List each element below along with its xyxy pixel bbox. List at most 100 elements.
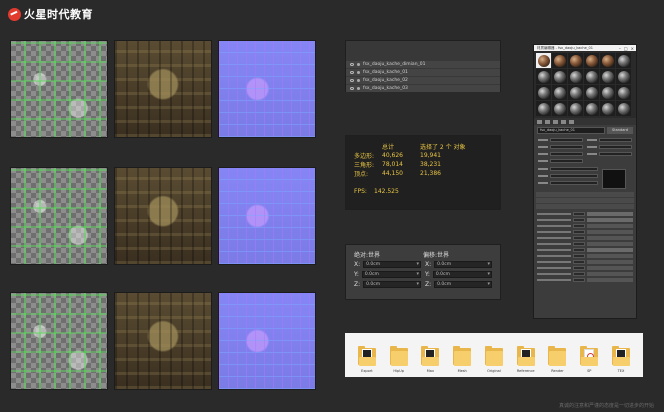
minimize-icon[interactable]: – [619,46,621,51]
layer-name: fsx_daoju_kache_01 [363,70,408,75]
map-row[interactable] [537,229,633,234]
folder-hipup[interactable]: HipUp [386,346,412,373]
copy-material-icon[interactable] [561,119,566,124]
layer-row[interactable]: fsx_daoju_kache_03 [346,85,500,92]
folder-original[interactable]: Original [481,346,507,373]
eye-icon[interactable] [350,79,354,82]
layer-row[interactable]: fsx_daoju_kache_01 [346,69,500,76]
map-row[interactable] [537,223,633,228]
map-row[interactable] [537,277,633,282]
material-slot[interactable] [600,101,615,116]
material-slot[interactable] [616,101,631,116]
material-slot[interactable] [616,85,631,100]
param-field[interactable] [599,152,632,156]
folder-icon [548,346,567,366]
scene-stats-panel: 总计 选择了 2 个 对象 多边形: 40,626 19,941 三角形: 78… [345,135,501,210]
layer-row[interactable]: fsx_daoju_kache_02 [346,77,500,84]
map-row[interactable] [537,247,633,252]
layer-name: fsx_daoju_kache_03 [363,86,408,91]
param-field[interactable] [550,181,598,185]
brand-logo: 火星时代教育 [8,6,93,22]
layer-row[interactable]: fsx_daoju_kache_dimian_01 [346,61,500,68]
render-dot-icon[interactable] [357,79,360,82]
param-field[interactable] [550,152,583,156]
abs-y-input[interactable]: 0.0cm [361,270,421,278]
material-slot[interactable] [600,85,615,100]
material-type-button[interactable]: Standard [607,127,633,134]
material-slot[interactable] [536,53,551,68]
render-dot-icon[interactable] [357,63,360,66]
show-map-icon[interactable] [569,119,574,124]
rollout-header[interactable] [536,204,634,209]
folder-reference[interactable]: Reference [513,346,539,373]
material-slot[interactable] [536,85,551,100]
material-slot[interactable] [568,101,583,116]
assign-material-icon[interactable] [545,119,550,124]
texture-basecolor-3 [10,292,108,390]
folder-tex[interactable]: TEX [608,346,634,373]
material-editor-titlebar[interactable]: 材质编辑器 - fsx_daoju_kache_01 – □ × [534,45,636,51]
reset-material-icon[interactable] [553,119,558,124]
off-x-input[interactable]: 0.0cm [434,260,492,268]
texture-normal-2 [218,167,316,265]
maximize-icon[interactable]: □ [624,46,628,51]
folder-icon [516,346,535,366]
get-material-icon[interactable] [537,119,542,124]
map-row[interactable] [537,271,633,276]
folder-mesh[interactable]: Mesh [449,346,475,373]
render-dot-icon[interactable] [357,71,360,74]
material-slot[interactable] [568,85,583,100]
folder-max[interactable]: Max [417,346,443,373]
folder-icon [484,346,503,366]
material-slot[interactable] [552,85,567,100]
off-y-input[interactable]: 0.0cm [432,270,492,278]
rollout-header[interactable] [536,198,634,203]
abs-z-input[interactable]: 0.0cm [363,280,421,288]
absolute-world-label: 绝对:世界 [354,251,381,259]
folder-render[interactable]: Render [544,346,570,373]
abs-x-input[interactable]: 0.0cm [363,260,421,268]
map-row[interactable] [537,235,633,240]
material-slot[interactable] [584,69,599,84]
material-slot[interactable] [568,53,583,68]
map-row[interactable] [537,259,633,264]
material-slot[interactable] [584,85,599,100]
param-field[interactable] [599,138,632,142]
material-slot[interactable] [536,69,551,84]
material-slot[interactable] [616,53,631,68]
close-icon[interactable]: × [631,46,634,51]
texture-diffuse-3 [114,292,212,390]
param-field[interactable] [550,138,583,142]
param-field[interactable] [599,145,632,149]
material-slot[interactable] [568,69,583,84]
material-slot[interactable] [552,101,567,116]
rollout-header[interactable] [536,192,634,197]
material-slot[interactable] [584,53,599,68]
map-row[interactable] [537,265,633,270]
material-slot[interactable] [584,101,599,116]
folder-sp[interactable]: SP [576,346,602,373]
render-dot-icon[interactable] [357,87,360,90]
material-slot[interactable] [552,69,567,84]
map-row[interactable] [537,211,633,216]
material-slot[interactable] [616,69,631,84]
map-row[interactable] [537,241,633,246]
eye-icon[interactable] [350,71,354,74]
param-field[interactable] [550,159,583,163]
off-z-input[interactable]: 0.0cm [434,280,492,288]
material-name-field[interactable]: fsx_daoju_kache_01 [537,127,605,134]
folder-icon [453,346,472,366]
material-toolbar [534,118,636,125]
map-row[interactable] [537,253,633,258]
eye-icon[interactable] [350,87,354,90]
folder-export[interactable]: Export [354,346,380,373]
param-field[interactable] [550,145,583,149]
map-row[interactable] [537,217,633,222]
eye-icon[interactable] [350,63,354,66]
material-slot[interactable] [536,101,551,116]
param-field[interactable] [550,167,598,171]
material-slot[interactable] [600,69,615,84]
material-slot[interactable] [552,53,567,68]
material-slot[interactable] [600,53,615,68]
param-field[interactable] [550,174,598,178]
